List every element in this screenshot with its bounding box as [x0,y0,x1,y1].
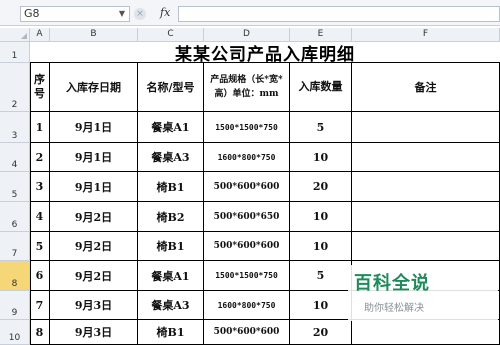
name-box[interactable]: G8 ▼ [20,6,130,22]
cell-seq[interactable]: 8 [30,320,50,345]
cell-date[interactable]: 9月2日 [50,202,138,232]
row-number: 2 [11,100,18,110]
cell-note[interactable] [352,172,500,202]
cell-qty[interactable]: 5 [290,261,352,291]
row-number: 3 [11,131,18,141]
row-header-4[interactable]: 4 [0,143,30,172]
header-note[interactable]: 备注 [352,63,500,112]
cell-note[interactable] [352,202,500,232]
cell-date[interactable]: 9月3日 [50,320,138,345]
row-number: 10 [8,333,21,343]
cell-date[interactable]: 9月1日 [50,112,138,143]
cell-name[interactable]: 椅B1 [138,232,204,261]
cell-name[interactable]: 椅B2 [138,202,204,232]
watermark: 百科全说 助你轻松解决 [348,265,498,321]
select-all-corner[interactable] [0,28,30,42]
row-number: 8 [11,279,18,289]
watermark-subtitle: 助你轻松解决 [364,303,424,314]
cell-date[interactable]: 9月1日 [50,143,138,172]
cancel-icon[interactable]: × [134,8,146,20]
header-qty[interactable]: 入库数量 [290,63,352,112]
row-number: 4 [11,160,18,170]
column-header-a[interactable]: A [30,28,50,42]
insert-function-icon[interactable]: fx [160,6,170,19]
row-number: 5 [11,190,18,200]
header-spec[interactable]: 产品规格（长*宽*高）单位：mm [204,63,290,112]
cell-name[interactable]: 椅B1 [138,320,204,345]
cell-date[interactable]: 9月2日 [50,261,138,291]
cell-date[interactable]: 9月3日 [50,291,138,320]
cell-seq[interactable]: 5 [30,232,50,261]
cell-qty[interactable]: 20 [290,320,352,345]
cell-name[interactable]: 餐桌A3 [138,143,204,172]
header-seq[interactable]: 序号 [30,63,50,112]
cell-note[interactable] [352,232,500,261]
cell-name[interactable]: 餐桌A1 [138,112,204,143]
cell-note[interactable] [352,112,500,143]
cell-date[interactable]: 9月2日 [50,232,138,261]
row-header-3[interactable]: 3 [0,112,30,143]
cell-spec[interactable]: 1500*1500*750 [204,261,290,291]
watermark-logo-text: 百科全说 [354,273,430,294]
row-header-2[interactable]: 2 [0,63,30,112]
cell-spec[interactable]: 500*600*600 [204,320,290,345]
cell-date[interactable]: 9月1日 [50,172,138,202]
row-header-10[interactable]: 10 [0,320,30,345]
chevron-down-icon[interactable]: ▼ [119,7,125,21]
cell-name[interactable]: 餐桌A3 [138,291,204,320]
cell-seq[interactable]: 4 [30,202,50,232]
cell-spec[interactable]: 1600*800*750 [204,291,290,320]
cell-spec[interactable]: 1600*800*750 [204,143,290,172]
name-box-value: G8 [24,7,40,20]
row-number: 6 [11,220,18,230]
row-number: 9 [11,308,18,318]
row-header-8[interactable]: 8 [0,261,30,291]
cell-seq[interactable]: 7 [30,291,50,320]
row-header-7[interactable]: 7 [0,232,30,261]
sheet-title[interactable]: 某某公司产品入库明细 [30,42,500,65]
formula-bar: G8 ▼ × fx [0,0,500,26]
row-header-9[interactable]: 9 [0,291,30,320]
cell-seq[interactable]: 6 [30,261,50,291]
column-header-b[interactable]: B [50,28,138,42]
header-name[interactable]: 名称/型号 [138,63,204,112]
cell-seq[interactable]: 1 [30,112,50,143]
cell-qty[interactable]: 10 [290,232,352,261]
cell-note[interactable] [352,320,500,345]
row-header-1[interactable]: 1 [0,42,30,63]
row-number: 1 [11,51,18,61]
cell-name[interactable]: 椅B1 [138,172,204,202]
cell-spec[interactable]: 500*600*600 [204,172,290,202]
cell-qty[interactable]: 20 [290,172,352,202]
cell-seq[interactable]: 3 [30,172,50,202]
row-number: 7 [11,249,18,259]
cell-qty[interactable]: 10 [290,202,352,232]
cell-spec[interactable]: 500*600*600 [204,232,290,261]
cell-name[interactable]: 餐桌A1 [138,261,204,291]
row-header-5[interactable]: 5 [0,172,30,202]
cell-spec[interactable]: 1500*1500*750 [204,112,290,143]
cell-qty[interactable]: 5 [290,112,352,143]
cell-note[interactable] [352,143,500,172]
header-date[interactable]: 入库存日期 [50,63,138,112]
cell-qty[interactable]: 10 [290,291,352,320]
cell-qty[interactable]: 10 [290,143,352,172]
row-header-6[interactable]: 6 [0,202,30,232]
cell-seq[interactable]: 2 [30,143,50,172]
cell-spec[interactable]: 500*600*650 [204,202,290,232]
column-header-f[interactable]: F [352,28,500,42]
formula-input[interactable] [178,6,500,22]
